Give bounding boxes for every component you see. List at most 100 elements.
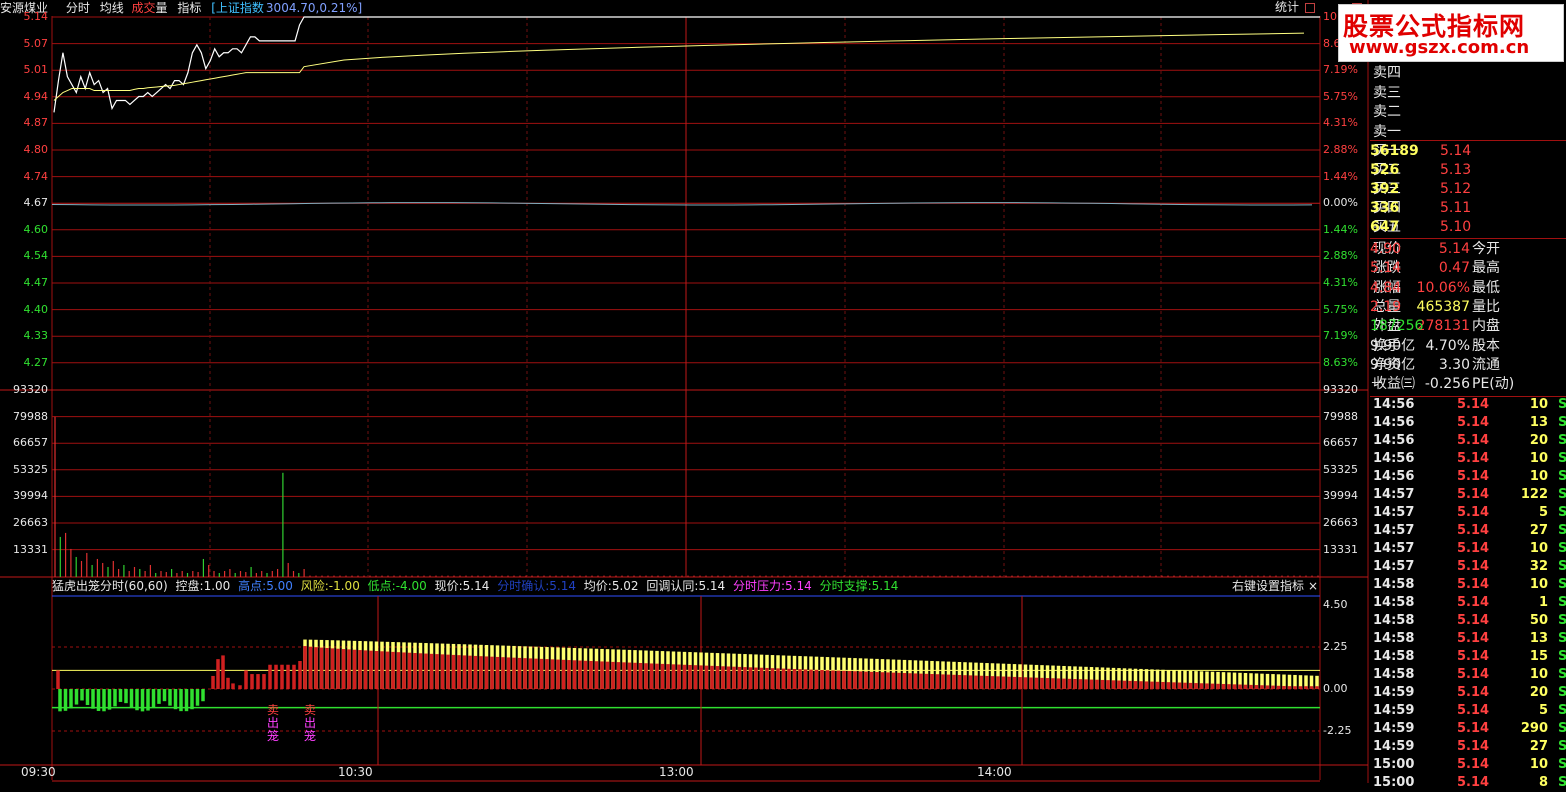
tick-side: S — [1558, 577, 1566, 592]
volume-tick-label: 53325 — [13, 462, 48, 476]
tick-side: S — [1558, 487, 1566, 502]
tick-price: 5.14 — [1457, 685, 1490, 700]
ask-label: 卖三 — [1373, 84, 1401, 101]
logo-url: www.gszx.com.cn — [1349, 37, 1530, 58]
tick-side: S — [1558, 541, 1566, 556]
confirm-value: 5.14 — [549, 579, 576, 593]
stat-value: 2.19 — [1370, 298, 1402, 315]
tick-row: 15:00 5.14 8 S — [1370, 774, 1566, 792]
tick-side: S — [1558, 721, 1566, 736]
percent-tick-label: 5.75% — [1323, 302, 1358, 316]
tick-row: 14:56 5.14 10 S — [1370, 468, 1566, 486]
stat-label: 量比 — [1472, 298, 1500, 315]
tick-time: 14:59 — [1373, 739, 1415, 754]
site-logo: 股票公式指标网 www.gszx.com.cn — [1338, 4, 1564, 62]
stat-row: 换手 4.70% 股本 9.90亿 — [1370, 337, 1566, 356]
tick-row: 14:59 5.14 20 S — [1370, 684, 1566, 702]
bid-price: 5.13 — [1440, 162, 1472, 178]
tick-time: 14:58 — [1373, 667, 1415, 682]
stat-value: － — [1370, 376, 1384, 393]
time-label: 10:30 — [338, 765, 373, 779]
ask-label: 卖四 — [1373, 65, 1401, 81]
price-line — [53, 16, 1320, 113]
ask-row: 卖二 — [1370, 103, 1566, 122]
bid-price: 5.12 — [1440, 181, 1472, 197]
indicator-close-icon[interactable]: × — [1308, 580, 1318, 592]
risk-value: -1.00 — [328, 579, 360, 593]
indicator-settings-button[interactable]: 右键设置指标 — [1232, 580, 1304, 592]
bid-volume: 336 — [1370, 200, 1400, 216]
percent-tick-label: 1.44% — [1323, 222, 1358, 236]
volume-tick-label: 66657 — [1323, 436, 1358, 450]
tick-row: 14:57 5.14 10 S — [1370, 540, 1566, 558]
volume-tick-label: 53325 — [1323, 462, 1358, 476]
tick-row: 14:57 5.14 27 S — [1370, 522, 1566, 540]
price-value: 5.14 — [462, 579, 490, 593]
stat-label: 内盘 — [1472, 318, 1500, 335]
stat-value: 465387 — [1416, 298, 1470, 315]
tick-side: S — [1558, 595, 1566, 610]
indicator-tick-label: 2.25 — [1323, 640, 1348, 653]
stat-label: 最高 — [1472, 260, 1500, 277]
tick-side: S — [1558, 469, 1566, 484]
time-label: 13:00 — [659, 765, 694, 779]
stat-value: 4.90 — [1370, 241, 1402, 257]
tick-row: 14:58 5.14 1 S — [1370, 594, 1566, 612]
tick-price: 5.14 — [1457, 703, 1490, 718]
stat-value: 0.47 — [1438, 260, 1470, 277]
tick-row: 14:58 5.14 13 S — [1370, 630, 1566, 648]
tick-volume: 122 — [1520, 487, 1548, 502]
tick-row: 14:57 5.14 5 S — [1370, 504, 1566, 522]
tick-volume: 20 — [1529, 433, 1548, 448]
volume-tick-label: 93320 — [13, 383, 48, 396]
tick-volume: 15 — [1529, 649, 1548, 664]
indicator-name[interactable]: 猛虎出笼分时(60,60) — [52, 579, 168, 593]
ask-label: 卖一 — [1373, 123, 1401, 140]
ask-row: 卖四 — [1370, 64, 1566, 83]
price-tick-label: 5.01 — [23, 63, 49, 77]
tick-time: 14:59 — [1373, 703, 1415, 718]
tick-row: 14:56 5.14 13 S — [1370, 414, 1566, 432]
bid-volume: 526 — [1370, 162, 1400, 178]
risk-label: 风险: — [300, 579, 329, 593]
tick-side: S — [1558, 649, 1566, 664]
price-tick-label: 4.60 — [23, 222, 49, 236]
price-tick-label: 4.87 — [23, 116, 49, 130]
indicator-tick-label: 0.00 — [1323, 682, 1348, 695]
tick-side: S — [1558, 523, 1566, 538]
price-tick-label: 4.33 — [23, 329, 49, 343]
indicator-tick-label: -2.25 — [1323, 724, 1352, 737]
tick-price: 5.14 — [1457, 397, 1490, 412]
support-label: 分时支撑: — [819, 579, 872, 593]
stat-value: -0.256 — [1424, 376, 1470, 393]
tick-time: 14:57 — [1373, 523, 1415, 538]
tick-side: S — [1558, 757, 1566, 772]
tick-time: 14:56 — [1373, 433, 1415, 448]
tick-price: 5.14 — [1457, 631, 1490, 646]
price-tick-label: 4.47 — [23, 276, 49, 289]
tick-row: 14:56 5.14 10 S — [1370, 450, 1566, 468]
price-tick-label: 4.80 — [23, 143, 49, 156]
tick-time: 14:57 — [1373, 505, 1415, 520]
stat-value: 4.84 — [1370, 279, 1402, 296]
tick-row: 14:59 5.14 27 S — [1370, 738, 1566, 756]
percent-tick-label: 0.00% — [1323, 196, 1358, 210]
percent-tick-label: 8.63% — [1323, 355, 1358, 369]
tick-price: 5.14 — [1457, 667, 1490, 682]
intraday-chart[interactable] — [0, 0, 1370, 783]
volume-tick-label: 79988 — [1323, 409, 1358, 423]
stat-row: 总量 465387 量比 2.19 — [1370, 298, 1566, 317]
tick-price: 5.14 — [1457, 721, 1490, 736]
time-label: 09:30 — [21, 765, 56, 779]
volume-tick-label: 39994 — [13, 489, 48, 503]
volume-tick-label: 26663 — [13, 516, 48, 529]
tick-volume: 27 — [1529, 739, 1548, 754]
tick-price: 5.14 — [1457, 757, 1490, 772]
tick-price: 5.14 — [1457, 577, 1490, 592]
tick-volume: 50 — [1529, 613, 1548, 628]
tick-price: 5.14 — [1457, 541, 1490, 556]
pan-label: 控盘: — [175, 579, 204, 593]
tick-time: 14:56 — [1373, 469, 1415, 484]
pressure-label: 分时压力: — [732, 579, 786, 593]
tick-time: 14:59 — [1373, 721, 1415, 736]
